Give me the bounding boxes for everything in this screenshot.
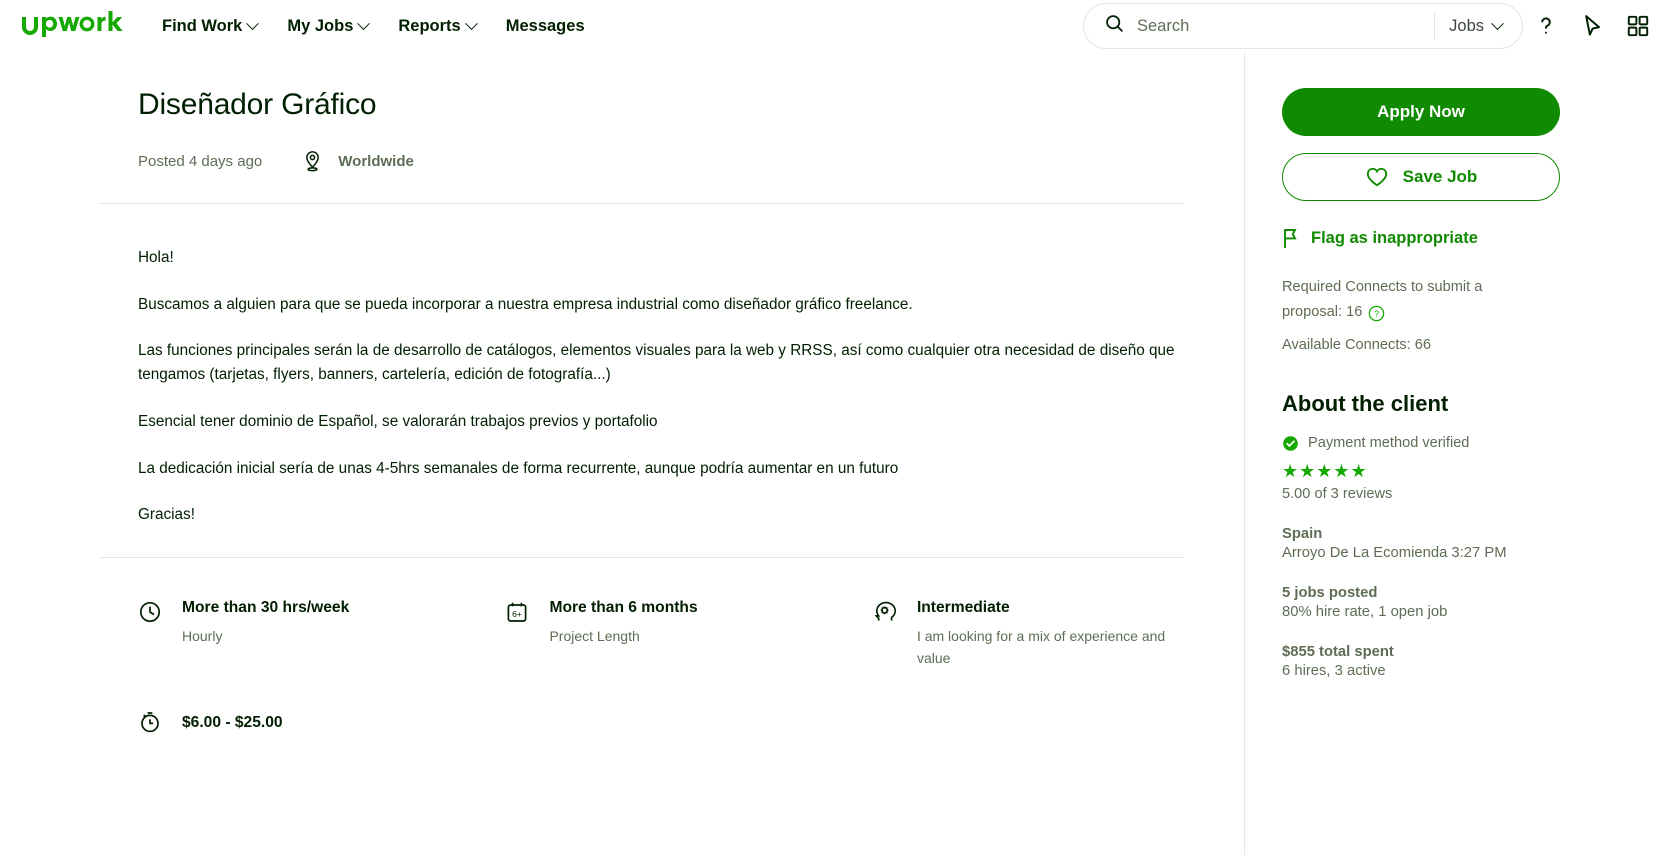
search-scope-dropdown[interactable]: Jobs: [1449, 17, 1516, 36]
svg-text:?: ?: [1374, 308, 1379, 318]
client-jobs-block: 5 jobs posted 80% hire rate, 1 open job: [1282, 585, 1679, 620]
connects-help-icon[interactable]: ?: [1368, 305, 1385, 322]
client-spend-block: $855 total spent 6 hires, 3 active: [1282, 644, 1679, 679]
detail-title: More than 6 months: [549, 598, 698, 616]
client-hire-rate: 80% hire rate, 1 open job: [1282, 603, 1448, 620]
nav-item-my-jobs[interactable]: My Jobs: [287, 16, 371, 36]
meta-divider: [100, 203, 1184, 204]
connects-required-line1: Required Connects to submit a: [1282, 279, 1483, 295]
nav-label: My Jobs: [287, 16, 354, 35]
save-job-label: Save Job: [1402, 167, 1478, 186]
detail-title: Intermediate: [916, 598, 1010, 616]
help-button[interactable]: [1523, 3, 1569, 49]
client-city-time: Arroyo De La Ecomienda 3:27 PM: [1282, 544, 1507, 561]
search-bar[interactable]: Jobs: [1083, 3, 1523, 49]
job-details-row: More than 30 hrs/week Hourly 6+ More tha…: [138, 598, 1184, 670]
location-label: Worldwide: [338, 152, 414, 170]
posted-date: Posted 4 days ago: [138, 152, 263, 170]
nav-item-find-work[interactable]: Find Work: [162, 16, 260, 36]
grid-icon: [1627, 15, 1649, 37]
chevron-down-icon: [246, 16, 260, 30]
flag-label: Flag as inappropriate: [1311, 228, 1478, 247]
description-divider: [100, 556, 1184, 558]
description-paragraph: Hola!: [138, 249, 174, 266]
nav-label: Messages: [505, 16, 585, 35]
budget-amount: $6.00 - $25.00: [182, 714, 283, 732]
chevron-down-icon: [1491, 16, 1504, 30]
client-rating-stars: ★★★★★: [1282, 460, 1368, 481]
chevron-down-icon: [464, 16, 478, 30]
nav-item-reports[interactable]: Reports: [398, 16, 478, 36]
save-job-button[interactable]: Save Job: [1282, 153, 1560, 201]
description-paragraph: Las funciones principales serán la de de…: [138, 342, 1175, 384]
detail-title: More than 30 hrs/week: [182, 598, 350, 616]
verified-check-icon: [1283, 435, 1298, 451]
detail-project-length: 6+ More than 6 months Project Length: [505, 598, 872, 670]
location-pin-icon: [306, 151, 320, 172]
detail-hours: More than 30 hrs/week Hourly: [138, 598, 505, 670]
about-client-heading: About the client: [1282, 390, 1449, 416]
connects-required: Required Connects to submit a proposal: …: [1282, 276, 1532, 325]
clock-icon: [138, 598, 162, 670]
help-icon: [1541, 17, 1551, 34]
page-title: Diseñador Gráfico: [138, 88, 377, 121]
search-divider: [1434, 12, 1436, 40]
budget-row: $6.00 - $25.00: [138, 708, 1184, 739]
upwork-logo-icon: [22, 11, 123, 37]
connects-required-line2: proposal: 16: [1282, 304, 1363, 321]
job-meta: Posted 4 days ago Worldwide: [138, 149, 1184, 173]
description-paragraph: Esencial tener dominio de Español, se va…: [138, 412, 658, 430]
search-input[interactable]: [1137, 16, 1429, 36]
experience-level-icon: [873, 598, 897, 670]
upwork-logo[interactable]: [20, 11, 124, 41]
description-paragraph: Buscamos a alguien para que se pueda inc…: [138, 295, 913, 313]
svg-text:6+: 6+: [513, 609, 523, 619]
client-reviews-count: 5.00 of 3 reviews: [1282, 485, 1393, 502]
client-hires: 6 hires, 3 active: [1282, 662, 1386, 679]
header-right-group: Jobs: [1083, 3, 1661, 49]
chevron-down-icon: [357, 16, 371, 30]
search-scope-label: Jobs: [1449, 16, 1484, 35]
stopwatch-icon: [138, 708, 162, 739]
description-paragraph: La dedicación inicial sería de unas 4-5h…: [138, 459, 899, 477]
page-body: Diseñador Gráfico Posted 4 days ago Worl…: [0, 52, 1679, 855]
detail-experience-level: Intermediate I am looking for a mix of e…: [873, 598, 1184, 670]
job-sidebar: Apply Now Save Job Flag as inappropriate…: [1245, 52, 1679, 855]
calendar-6plus-icon: 6+: [505, 598, 529, 670]
client-total-spent: $855 total spent: [1282, 643, 1394, 660]
cursor-icon: [1585, 15, 1600, 36]
detail-subtitle: Project Length: [549, 628, 640, 645]
nav-label: Reports: [398, 16, 461, 35]
heart-icon: [1366, 167, 1387, 187]
client-country: Spain: [1282, 525, 1323, 542]
flag-icon: [1284, 229, 1297, 248]
payment-verified-badge: Payment method verified: [1282, 435, 1679, 452]
apps-grid-button[interactable]: [1615, 3, 1661, 49]
connects-available: Available Connects: 66: [1282, 336, 1432, 353]
nav-item-messages[interactable]: Messages: [506, 17, 585, 36]
search-icon: [1104, 13, 1125, 39]
job-description: Hola! Buscamos a alguien para que se pue…: [138, 246, 1184, 527]
description-paragraph: Gracias!: [138, 506, 195, 524]
apply-now-button[interactable]: Apply Now: [1282, 88, 1560, 136]
cursor-button[interactable]: [1569, 3, 1615, 49]
payment-verified-label: Payment method verified: [1308, 435, 1470, 452]
detail-subtitle: I am looking for a mix of experience and…: [916, 628, 1166, 666]
client-location-block: Spain Arroyo De La Ecomienda 3:27 PM: [1282, 526, 1679, 561]
detail-subtitle: Hourly: [182, 628, 223, 645]
top-header: Find Work My Jobs Reports Messages Jobs: [0, 0, 1679, 52]
nav-label: Find Work: [162, 16, 243, 35]
flag-inappropriate-link[interactable]: Flag as inappropriate: [1282, 227, 1679, 249]
primary-nav: Find Work My Jobs Reports Messages: [162, 17, 585, 36]
client-jobs-posted: 5 jobs posted: [1282, 584, 1378, 601]
job-location: Worldwide: [302, 149, 414, 173]
job-main-column: Diseñador Gráfico Posted 4 days ago Worl…: [100, 52, 1245, 855]
